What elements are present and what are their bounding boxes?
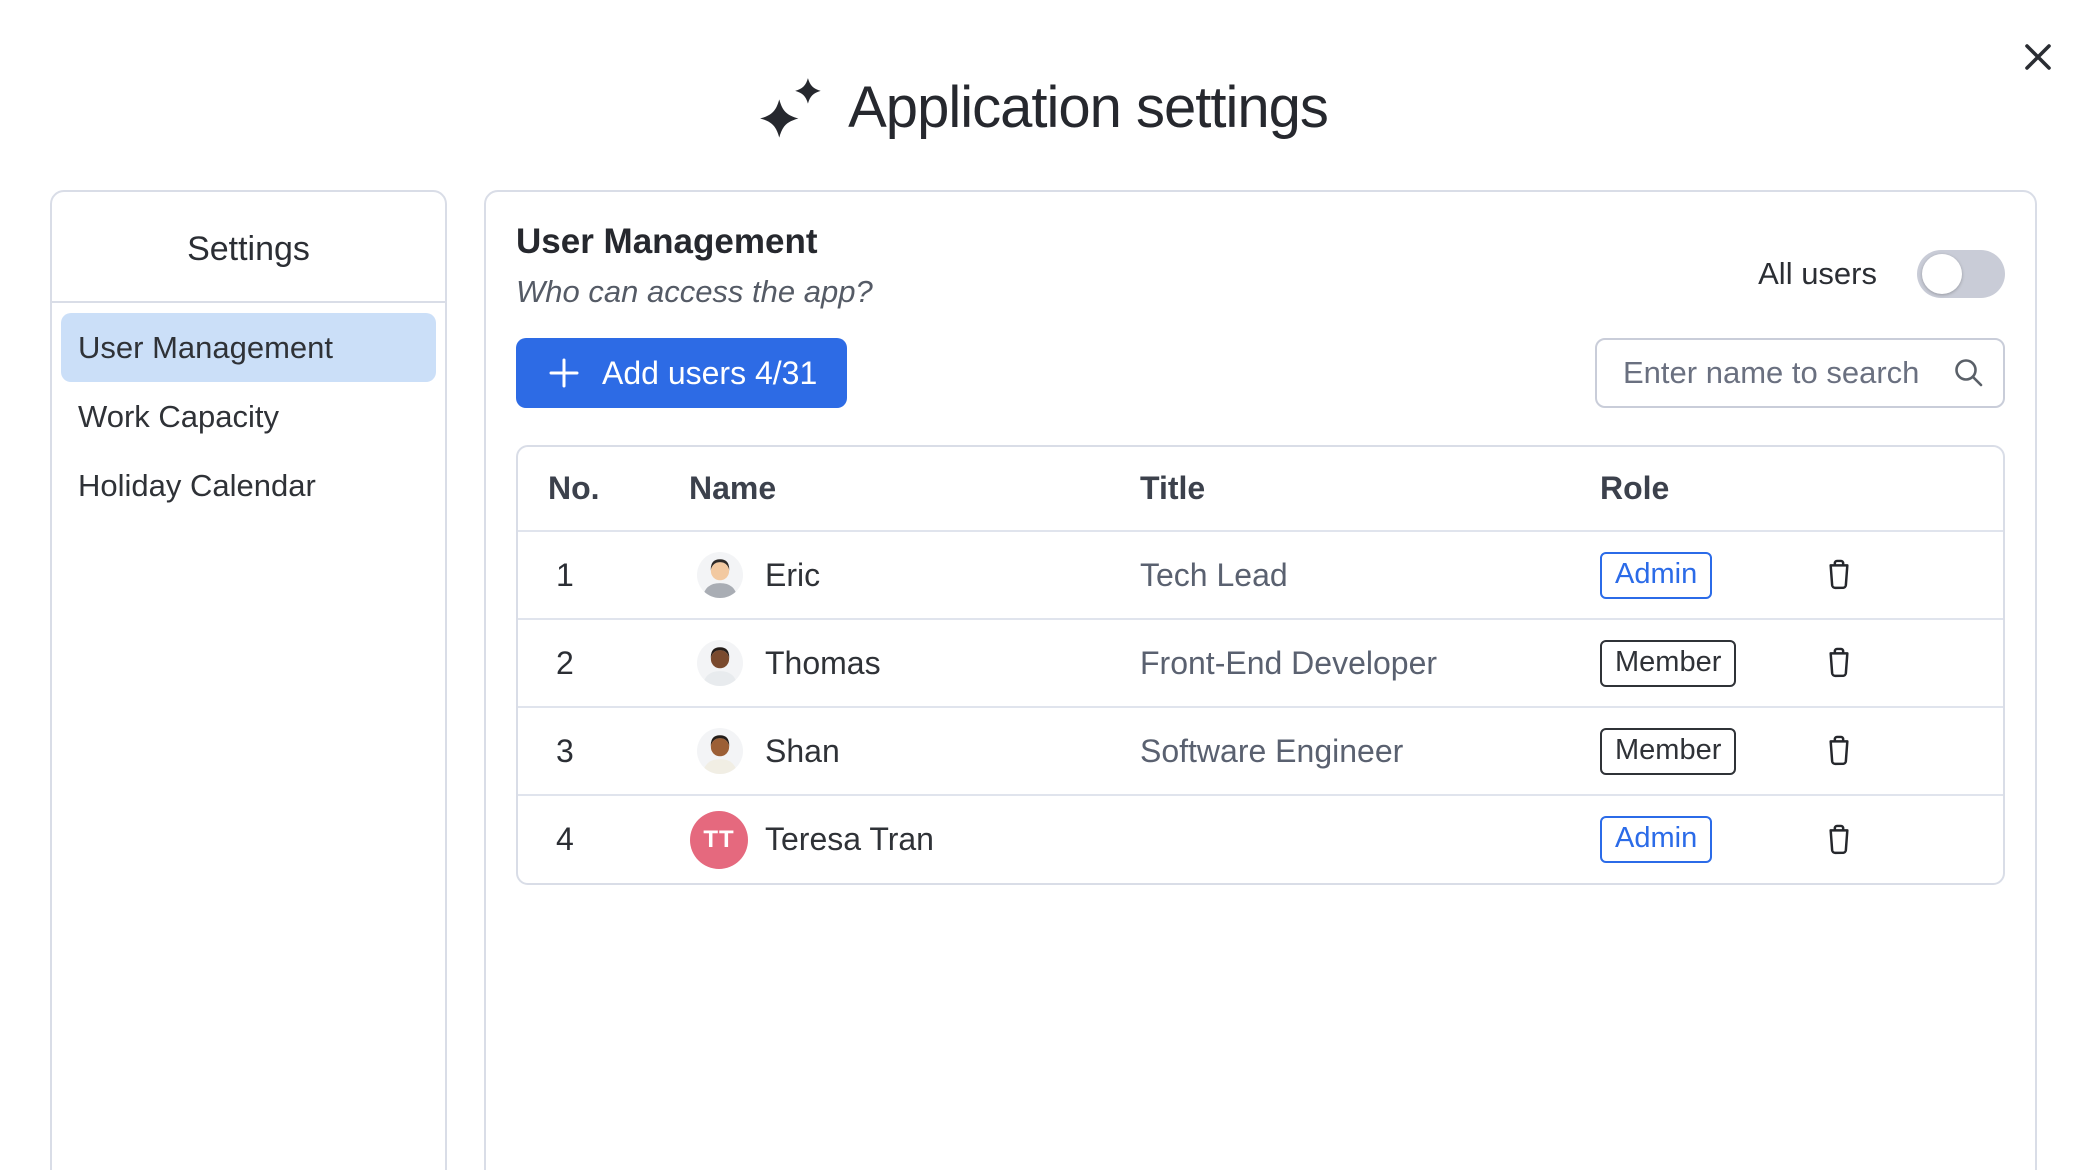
- trash-icon: [1821, 733, 1857, 769]
- row-number: 3: [518, 707, 683, 795]
- avatar: [697, 552, 743, 598]
- delete-user-button[interactable]: [1821, 822, 1857, 858]
- avatar: [697, 728, 743, 774]
- column-header-role: Role: [1600, 447, 1796, 531]
- column-header-actions: [1796, 447, 2003, 531]
- column-header-no: No.: [518, 447, 683, 531]
- role-badge[interactable]: Member: [1600, 728, 1736, 775]
- section-title: User Management: [516, 222, 873, 262]
- search-icon[interactable]: [1951, 355, 1987, 391]
- all-users-toggle[interactable]: [1917, 250, 2005, 298]
- user-name: Teresa Tran: [765, 821, 934, 858]
- close-icon: [2021, 40, 2055, 77]
- sidebar-list: User Management Work Capacity Holiday Ca…: [52, 303, 445, 530]
- search-box: [1595, 338, 2005, 408]
- user-name-cell: Shan: [683, 728, 1140, 774]
- table-row: 1 Eric Tech Lead Admin: [518, 531, 2003, 619]
- user-name: Shan: [765, 733, 840, 770]
- user-table-body: 1 Eric Tech Lead Admin: [518, 531, 2003, 883]
- user-title: Tech Lead: [1140, 531, 1600, 619]
- add-users-button[interactable]: Add users 4/31: [516, 338, 847, 408]
- section-subtitle: Who can access the app?: [516, 274, 873, 310]
- user-management-panel: User Management Who can access the app? …: [484, 190, 2037, 1170]
- table-row: 4 TT Teresa Tran Admin: [518, 795, 2003, 883]
- user-name-cell: Eric: [683, 552, 1140, 598]
- column-header-name: Name: [683, 447, 1140, 531]
- delete-user-button[interactable]: [1821, 733, 1857, 769]
- user-name: Eric: [765, 557, 820, 594]
- table-row: 3 Shan Software Engineer Member: [518, 707, 2003, 795]
- row-number: 1: [518, 531, 683, 619]
- sidebar-heading: Settings: [52, 192, 445, 303]
- role-badge[interactable]: Admin: [1600, 816, 1712, 863]
- row-number: 4: [518, 795, 683, 883]
- avatar: [697, 640, 743, 686]
- all-users-label: All users: [1758, 256, 1877, 292]
- plus-icon: [546, 355, 582, 391]
- user-name-cell: Thomas: [683, 640, 1140, 686]
- modal-header: Application settings: [0, 0, 2086, 142]
- user-title: Software Engineer: [1140, 707, 1600, 795]
- sidebar-item-work-capacity[interactable]: Work Capacity: [61, 382, 436, 451]
- users-table: No. Name Title Role 1: [516, 445, 2005, 885]
- page-title: Application settings: [848, 74, 1328, 141]
- sidebar-item-holiday-calendar[interactable]: Holiday Calendar: [61, 451, 436, 520]
- table-row: 2 Thomas Front-End Developer Member: [518, 619, 2003, 707]
- user-name: Thomas: [765, 645, 881, 682]
- trash-icon: [1821, 645, 1857, 681]
- trash-icon: [1821, 557, 1857, 593]
- toggle-knob: [1922, 254, 1962, 294]
- sidebar-item-user-management[interactable]: User Management: [61, 313, 436, 382]
- avatar-initials: TT: [690, 811, 748, 869]
- trash-icon: [1821, 822, 1857, 858]
- user-title: Front-End Developer: [1140, 619, 1600, 707]
- add-users-label: Add users 4/31: [602, 355, 817, 392]
- table-header-row: No. Name Title Role: [518, 447, 2003, 531]
- close-button[interactable]: [2016, 36, 2060, 80]
- user-name-cell: TT Teresa Tran: [683, 811, 1140, 869]
- row-number: 2: [518, 619, 683, 707]
- delete-user-button[interactable]: [1821, 645, 1857, 681]
- role-badge[interactable]: Member: [1600, 640, 1736, 687]
- settings-sidebar: Settings User Management Work Capacity H…: [50, 190, 447, 1170]
- role-badge[interactable]: Admin: [1600, 552, 1712, 599]
- delete-user-button[interactable]: [1821, 557, 1857, 593]
- sparkles-icon: [758, 76, 826, 144]
- user-title: [1140, 795, 1600, 883]
- search-input[interactable]: [1595, 338, 2005, 408]
- column-header-title: Title: [1140, 447, 1600, 531]
